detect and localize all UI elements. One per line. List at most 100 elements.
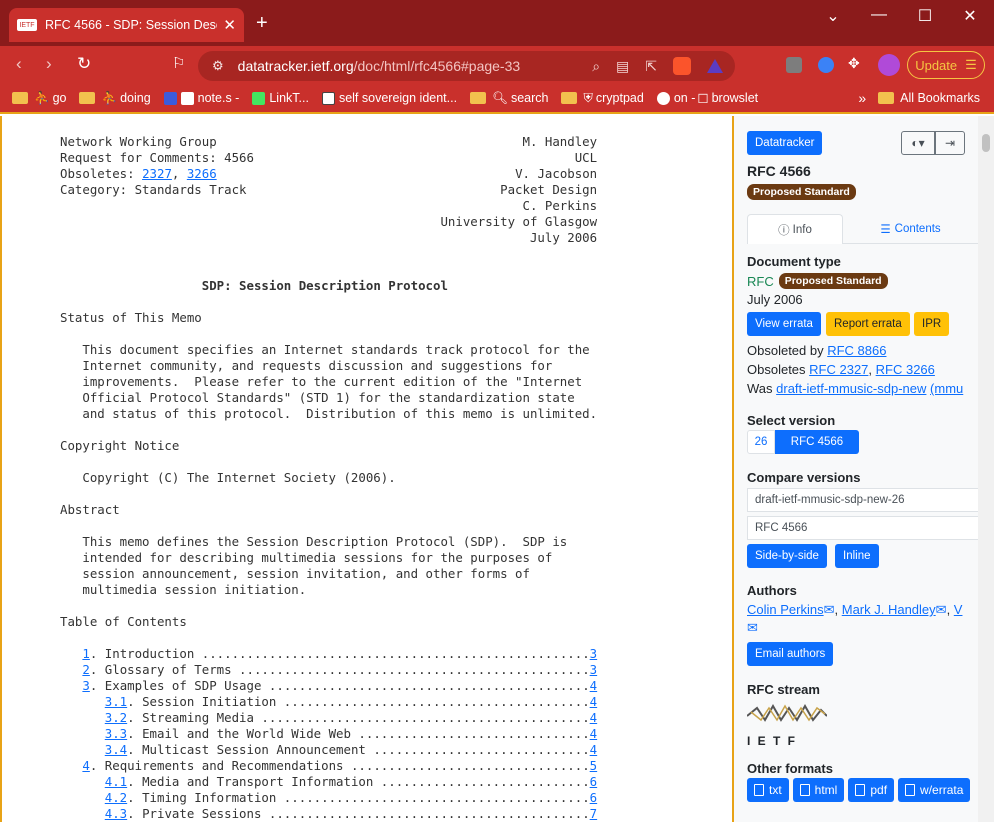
- toc-section-link[interactable]: 4: [82, 758, 89, 773]
- forward-icon[interactable]: ›: [46, 54, 52, 74]
- obsoleted-by-link[interactable]: RFC 8866: [827, 343, 886, 358]
- page-icon: [321, 91, 335, 105]
- toc-page-link[interactable]: 4: [590, 742, 597, 757]
- inline-button[interactable]: Inline: [835, 544, 879, 568]
- extension-h-icon[interactable]: [786, 57, 802, 73]
- toc-section-link[interactable]: 4.2: [105, 790, 127, 805]
- theme-toggle-icon[interactable]: ◐▾: [901, 131, 935, 155]
- brave-rewards-icon[interactable]: [707, 59, 723, 73]
- reader-mode-icon[interactable]: ▤: [616, 58, 629, 75]
- all-bookmarks[interactable]: All Bookmarks: [878, 91, 980, 105]
- toc-section-link[interactable]: 4.1: [105, 774, 127, 789]
- brave-shields-icon[interactable]: [673, 57, 691, 75]
- bookmark-note[interactable]: note.s -: [163, 91, 239, 105]
- folder-icon: [878, 92, 895, 104]
- email-icon[interactable]: ✉: [747, 620, 758, 636]
- was-row: Was draft-ietf-mmusic-sdp-new (mmu: [747, 381, 964, 396]
- new-tab-icon[interactable]: +: [256, 12, 268, 35]
- obsoletes-link[interactable]: 2327: [142, 166, 172, 181]
- folder-icon: [470, 92, 487, 104]
- bookmarks-overflow[interactable]: »: [858, 90, 866, 106]
- profile-avatar[interactable]: [878, 54, 900, 76]
- toc-page-link[interactable]: 3: [590, 662, 597, 677]
- maximize-icon[interactable]: ☐: [910, 6, 940, 26]
- toc-section-link[interactable]: 3.4: [105, 742, 127, 757]
- tab-search-chevron-icon[interactable]: ⌄: [818, 6, 848, 26]
- draft-group-link[interactable]: (mmu: [930, 381, 963, 396]
- toc-page-link[interactable]: 4: [590, 710, 597, 725]
- compare-from-select[interactable]: draft-ietf-mmusic-sdp-new-26: [747, 488, 979, 512]
- browser-tab[interactable]: IETF RFC 4566 - SDP: Session Descrip ✕: [9, 8, 244, 42]
- rfc-document: Network Working Group M. Handley Request…: [0, 116, 734, 822]
- minimize-icon[interactable]: —: [864, 6, 894, 24]
- extension-circle-icon[interactable]: [818, 57, 834, 73]
- bookmark-linktree[interactable]: LinkT...: [252, 91, 309, 105]
- page-icon: [180, 91, 194, 105]
- site-info-icon[interactable]: ⚙: [212, 58, 224, 74]
- toc-page-link[interactable]: 6: [590, 774, 597, 789]
- toc-section-link[interactable]: 3.1: [105, 694, 127, 709]
- reload-icon[interactable]: ↻: [77, 54, 91, 74]
- scrollbar-thumb[interactable]: [982, 134, 990, 152]
- doc-type-value: RFC: [747, 273, 774, 289]
- obsoletes-link[interactable]: 3266: [187, 166, 217, 181]
- toc-section-link[interactable]: 3: [82, 678, 89, 693]
- version-26-button[interactable]: 26: [747, 430, 775, 454]
- toc-page-link[interactable]: 5: [590, 758, 597, 773]
- toc-section-link[interactable]: 1: [82, 646, 89, 661]
- address-bar[interactable]: ⚙ datatracker.ietf.org/doc/html/rfc4566#…: [198, 51, 735, 81]
- side-by-side-button[interactable]: Side-by-side: [747, 544, 827, 568]
- toc-section-link[interactable]: 2: [82, 662, 89, 677]
- doc-date: July 2006: [747, 292, 803, 307]
- tab-contents[interactable]: ☰ Contents: [843, 214, 978, 244]
- rfc-title: SDP: Session Description Protocol: [201, 278, 448, 293]
- tab-info[interactable]: ⓘ Info: [747, 214, 843, 244]
- bookmark-page-icon[interactable]: ⚐: [172, 54, 185, 72]
- email-icon[interactable]: ✉: [824, 602, 835, 617]
- doc-name: RFC 4566: [747, 163, 811, 179]
- compare-to-select[interactable]: RFC 4566: [747, 516, 979, 540]
- bookmark-go[interactable]: ⛹ go: [12, 91, 66, 106]
- share-icon[interactable]: ⇱: [645, 58, 657, 75]
- toc-page-link[interactable]: 7: [590, 806, 597, 821]
- email-icon[interactable]: ✉: [936, 602, 947, 617]
- close-tab-icon[interactable]: ✕: [223, 16, 236, 34]
- format-txt-button[interactable]: txt: [747, 778, 789, 802]
- datatracker-button[interactable]: Datatracker: [747, 131, 823, 155]
- draft-link[interactable]: draft-ietf-mmusic-sdp-new: [776, 381, 926, 396]
- format-html-button[interactable]: html: [792, 778, 845, 802]
- url-text[interactable]: datatracker.ietf.org/doc/html/rfc4566#pa…: [238, 58, 593, 74]
- extensions-puzzle-icon[interactable]: ✥: [848, 55, 864, 71]
- bookmark-doing[interactable]: ⛹ doing: [79, 91, 151, 106]
- toc-page-link[interactable]: 3: [590, 646, 597, 661]
- toc-page-link[interactable]: 4: [590, 726, 597, 741]
- ipr-button[interactable]: IPR: [914, 312, 950, 336]
- format-errata-button[interactable]: w/errata: [898, 778, 971, 802]
- toc-page-link[interactable]: 6: [590, 790, 597, 805]
- email-authors-button[interactable]: Email authors: [747, 642, 834, 666]
- author-perkins-link[interactable]: Colin Perkins: [747, 602, 824, 617]
- view-errata-button[interactable]: View errata: [747, 312, 821, 336]
- bookmark-on[interactable]: on - ☐ browslet: [656, 91, 758, 106]
- close-window-icon[interactable]: ✕: [955, 6, 985, 26]
- bookmark-search[interactable]: 🔍︎ search: [470, 91, 548, 106]
- version-rfc-button[interactable]: RFC 4566: [775, 430, 859, 454]
- author-jacobson-link[interactable]: V: [954, 602, 963, 617]
- toc-page-link[interactable]: 4: [590, 678, 597, 693]
- obsoletes-link-2327[interactable]: RFC 2327: [809, 362, 868, 377]
- toc-page-link[interactable]: 4: [590, 694, 597, 709]
- author-handley-link[interactable]: Mark J. Handley: [842, 602, 936, 617]
- bookmark-self-sovereign[interactable]: self sovereign ident...: [321, 91, 457, 105]
- back-icon[interactable]: ‹: [16, 54, 22, 74]
- obsoletes-link-3266[interactable]: RFC 3266: [876, 362, 935, 377]
- bookmark-cryptpad[interactable]: ⛨ cryptpad: [561, 91, 644, 106]
- toc-section-link[interactable]: 3.3: [105, 726, 127, 741]
- update-button[interactable]: Update ☰: [907, 51, 985, 79]
- zoom-icon[interactable]: ⌕: [592, 58, 600, 75]
- report-errata-button[interactable]: Report errata: [826, 312, 910, 336]
- toc-section-link[interactable]: 4.3: [105, 806, 127, 821]
- format-pdf-button[interactable]: pdf: [848, 778, 895, 802]
- sidebar-scrollbar[interactable]: [978, 116, 994, 822]
- toc-section-link[interactable]: 3.2: [105, 710, 127, 725]
- collapse-sidebar-icon[interactable]: ⇥: [935, 131, 965, 155]
